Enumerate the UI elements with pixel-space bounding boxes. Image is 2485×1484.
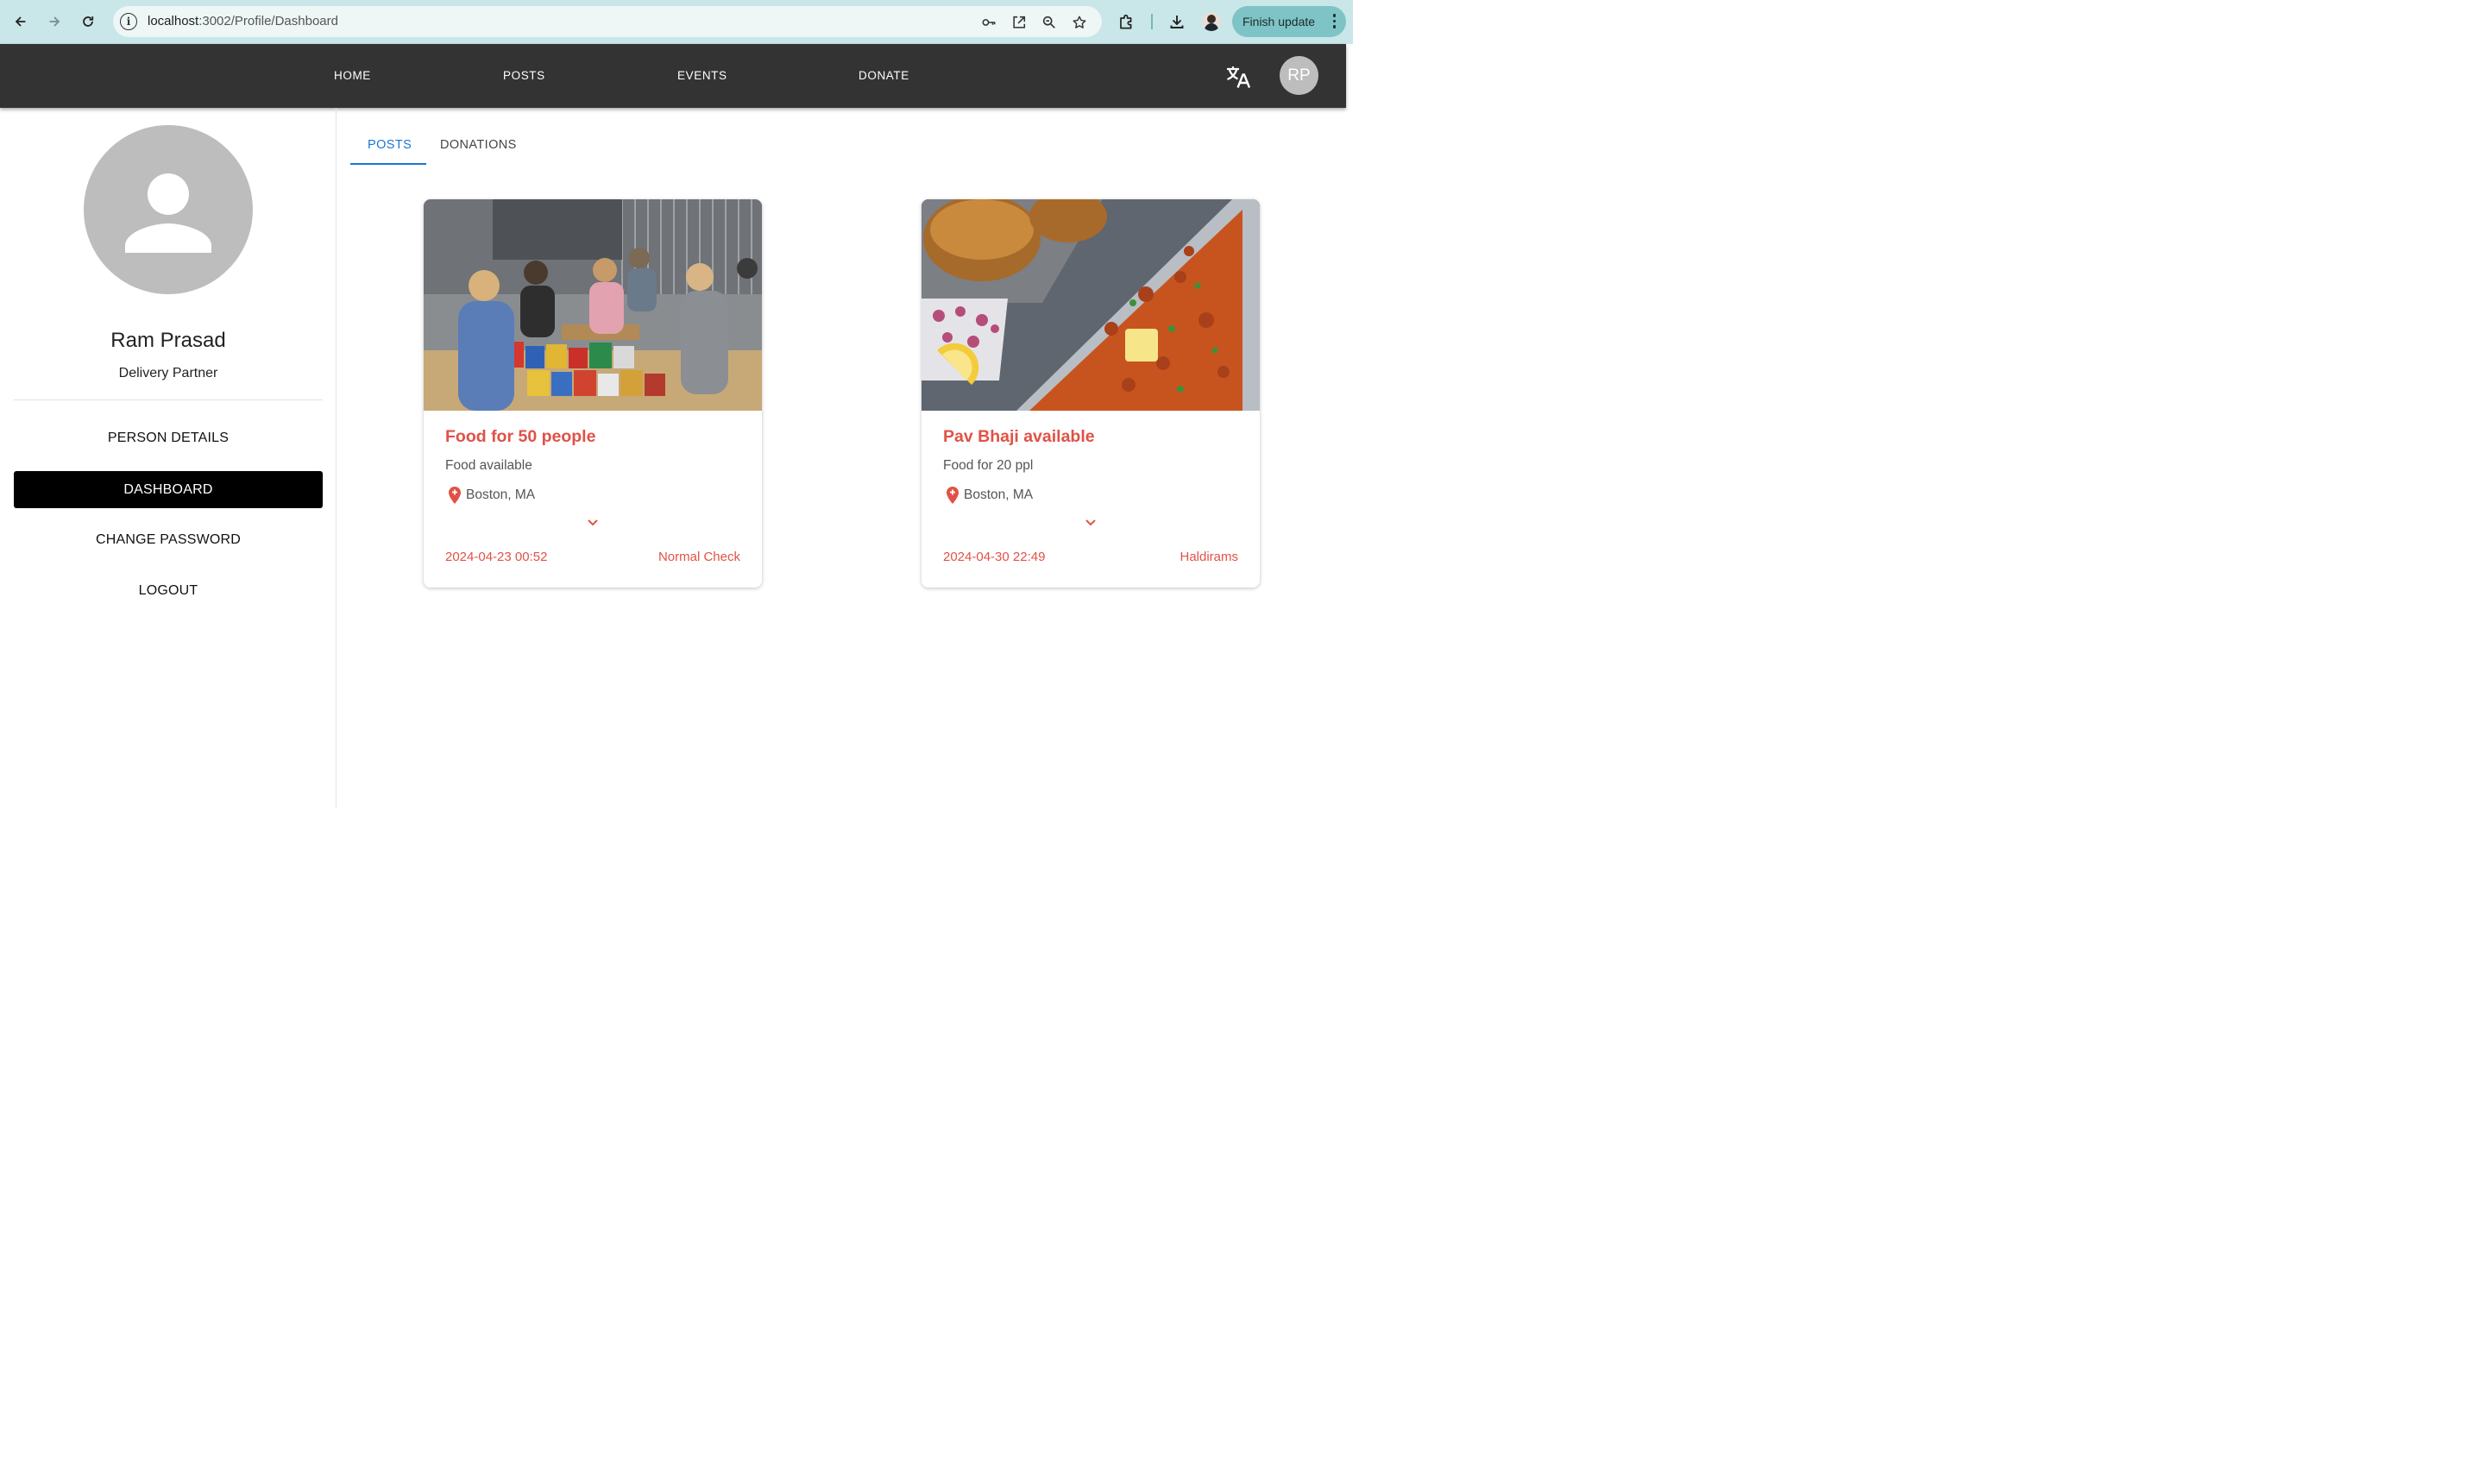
site-info-icon[interactable]: i — [120, 13, 137, 30]
extensions-icon[interactable] — [1117, 12, 1136, 31]
app-header: HOME POSTS EVENTS DONATE RP — [0, 44, 1346, 108]
password-key-icon[interactable] — [980, 14, 997, 31]
expand-chevron-icon[interactable] — [584, 513, 601, 531]
profile-avatar — [84, 125, 253, 294]
post-description: Food available — [445, 458, 532, 473]
back-arrow-icon[interactable] — [9, 10, 32, 33]
post-date: 2024-04-23 00:52 — [445, 550, 548, 564]
tab-donations[interactable]: DONATIONS — [440, 138, 517, 152]
location-pin-icon — [947, 487, 959, 504]
nav-home[interactable]: HOME — [334, 69, 371, 82]
translate-icon[interactable] — [1225, 64, 1251, 90]
tab-indicator — [350, 163, 426, 165]
post-description: Food for 20 ppl — [943, 458, 1034, 473]
reload-icon[interactable] — [77, 10, 99, 33]
zoom-icon[interactable] — [1041, 14, 1058, 31]
sidebar-item-logout[interactable]: LOGOUT — [14, 572, 323, 609]
expand-chevron-icon[interactable] — [1082, 513, 1099, 531]
post-location: Boston, MA — [447, 486, 535, 505]
post-image — [922, 199, 1260, 411]
sidebar-item-change-password[interactable]: CHANGE PASSWORD — [14, 521, 323, 558]
nav-events[interactable]: EVENTS — [677, 69, 727, 82]
address-bar[interactable]: i localhost:3002/Profile/Dashboard — [113, 6, 1102, 37]
post-date: 2024-04-30 22:49 — [943, 550, 1046, 564]
post-author: Normal Check — [657, 550, 740, 564]
sidebar-divider — [14, 399, 323, 400]
user-name: Ram Prasad — [110, 329, 226, 352]
profile-avatar-icon[interactable] — [1202, 12, 1221, 31]
post-card[interactable]: Food for 50 people Food available Boston… — [424, 199, 762, 588]
user-avatar[interactable]: RP — [1280, 56, 1318, 95]
open-external-icon[interactable] — [1010, 14, 1028, 31]
profile-sidebar: Ram Prasad Delivery Partner PERSON DETAI… — [0, 108, 337, 808]
tab-posts[interactable]: POSTS — [368, 138, 412, 152]
nav-donate[interactable]: DONATE — [859, 69, 909, 82]
location-pin-icon — [449, 487, 461, 504]
nav-posts[interactable]: POSTS — [503, 69, 545, 82]
post-location: Boston, MA — [945, 486, 1033, 505]
post-card[interactable]: Pav Bhaji available Food for 20 ppl Bost… — [922, 199, 1260, 588]
url-text[interactable]: localhost:3002/Profile/Dashboard — [148, 14, 338, 28]
toolbar-separator — [1151, 14, 1153, 29]
download-icon[interactable] — [1167, 12, 1186, 31]
sidebar-item-dashboard[interactable]: DASHBOARD — [14, 471, 323, 508]
forward-arrow-icon[interactable] — [43, 10, 66, 33]
post-image — [424, 199, 762, 411]
browser-toolbar: i localhost:3002/Profile/Dashboard Finis… — [0, 0, 1353, 44]
post-title[interactable]: Pav Bhaji available — [943, 427, 1095, 447]
sidebar-item-person-details[interactable]: PERSON DETAILS — [14, 419, 323, 456]
user-role: Delivery Partner — [118, 366, 218, 380]
person-icon — [125, 173, 211, 253]
post-author: Haldirams — [1180, 550, 1238, 564]
finish-update-button[interactable]: Finish update — [1232, 6, 1346, 37]
post-title[interactable]: Food for 50 people — [445, 427, 595, 447]
bookmark-star-icon[interactable] — [1071, 14, 1088, 31]
more-vert-icon[interactable] — [1332, 14, 1336, 28]
